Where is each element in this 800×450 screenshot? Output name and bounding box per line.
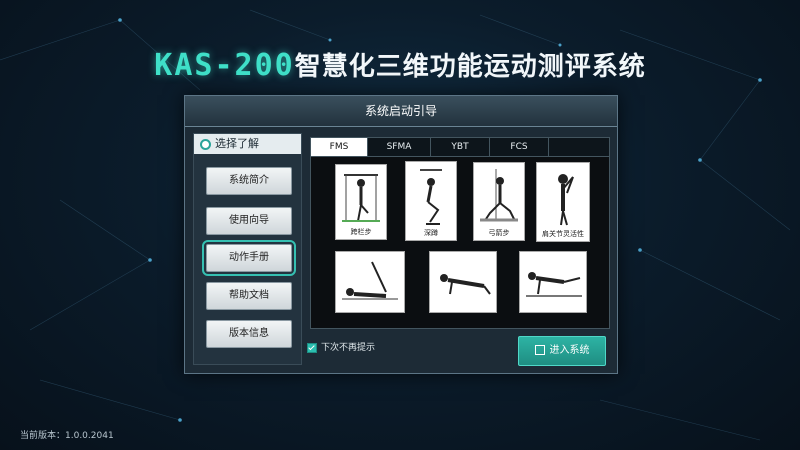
card-rotary-stability[interactable]	[519, 251, 587, 313]
tab-sfma[interactable]: SFMA	[368, 138, 431, 156]
card-caption: 肩关节灵活性	[542, 230, 584, 238]
card-lunge[interactable]: 弓箭步	[473, 162, 525, 241]
nav-button-guide[interactable]: 使用向导	[206, 207, 292, 235]
section-label: 选择了解	[215, 137, 259, 150]
leg-raise-figure-icon	[342, 261, 398, 300]
card-leg-raise[interactable]	[335, 251, 405, 313]
checkbox-label: 下次不再提示	[321, 343, 376, 353]
tab-bar: FMS SFMA YBT FCS	[310, 137, 610, 157]
card-pushup[interactable]	[429, 251, 497, 313]
card-caption: 深蹲	[424, 229, 438, 237]
card-shoulder-mobility[interactable]: 肩关节灵活性	[536, 162, 590, 242]
card-caption: 弓箭步	[488, 229, 510, 237]
movement-gallery: 跨栏步 深蹲 弓箭步 肩关节灵活性	[310, 156, 610, 329]
startup-guide-dialog: 系统启动引导 选择了解 系统简介 使用向导 动作手册 帮助文档 版本信息 FMS…	[184, 95, 618, 374]
tab-ybt[interactable]: YBT	[431, 138, 490, 156]
card-hurdle-step[interactable]: 跨栏步	[335, 164, 387, 240]
version-label: 当前版本：1.0.0.2041	[20, 431, 114, 441]
tab-fms[interactable]: FMS	[311, 138, 368, 156]
radio-icon	[200, 138, 211, 150]
dont-show-again-row[interactable]: 下次不再提示	[307, 340, 375, 353]
enter-button-label: 进入系统	[549, 345, 590, 356]
rotary-stability-figure-icon	[526, 272, 582, 297]
card-deep-squat[interactable]: 深蹲	[405, 161, 457, 241]
app-name: 智慧化三维功能运动测评系统	[294, 52, 646, 82]
tab-fcs[interactable]: FCS	[490, 138, 549, 156]
nav-button-help[interactable]: 帮助文档	[206, 282, 292, 310]
card-caption: 跨栏步	[350, 228, 372, 236]
pushup-figure-icon	[440, 274, 491, 295]
nav-panel: 选择了解 系统简介 使用向导 动作手册 帮助文档 版本信息	[193, 133, 302, 365]
checkbox-checked-icon[interactable]	[307, 342, 317, 353]
dialog-title: 系统启动引导	[185, 96, 617, 127]
section-header: 选择了解	[194, 134, 301, 154]
app-brand: KAS-200	[154, 48, 295, 83]
app-title: KAS-200智慧化三维功能运动测评系统	[0, 46, 800, 83]
nav-button-intro[interactable]: 系统简介	[206, 167, 292, 195]
nav-button-version[interactable]: 版本信息	[206, 320, 292, 348]
enter-system-button[interactable]: 进入系统	[518, 336, 606, 366]
nav-button-manual[interactable]: 动作手册	[202, 240, 296, 276]
login-icon	[534, 345, 545, 355]
